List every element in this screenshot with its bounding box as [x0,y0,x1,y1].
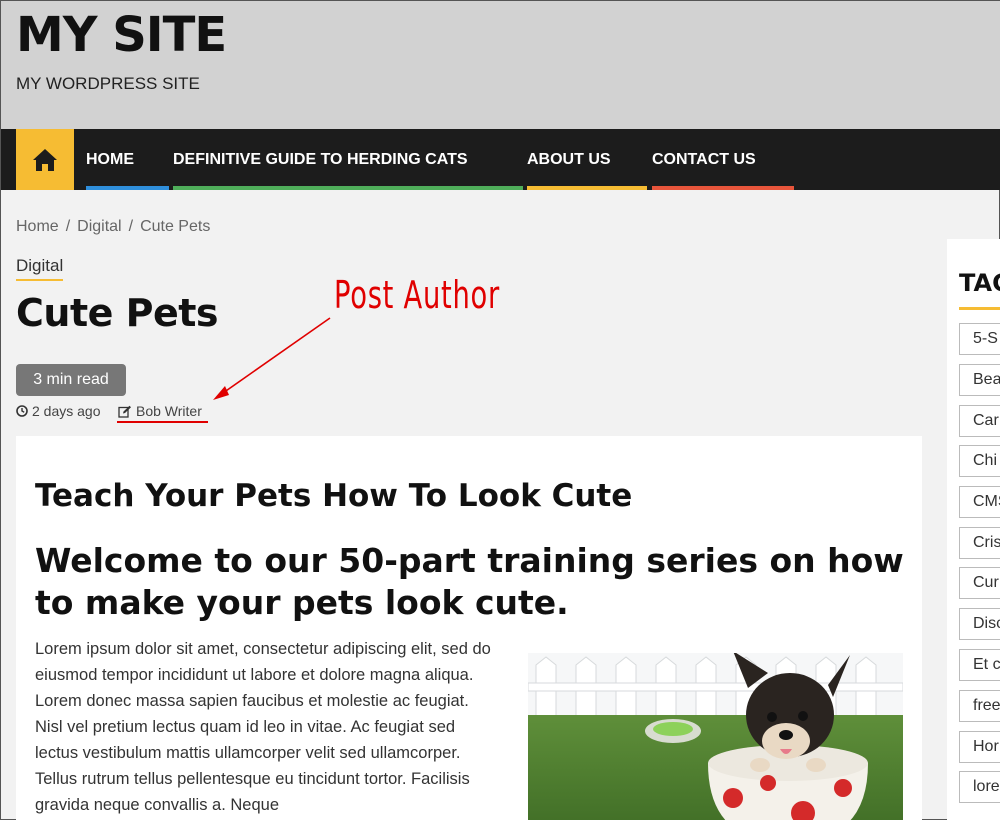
article-content: Teach Your Pets How To Look Cute Welcome… [16,436,922,820]
tag-link[interactable]: Et c [959,649,1000,681]
nav-item-contact-us[interactable]: CONTACT US [652,129,794,190]
nav-item-definitive-guide[interactable]: DEFINITIVE GUIDE TO HERDING CATS [173,129,523,190]
tag-link[interactable]: CMS [959,486,1000,518]
article-body-text: Lorem ipsum dolor sit amet, consectetur … [35,640,491,814]
read-time-badge: 3 min read [16,364,126,396]
nav-item-label: CONTACT US [652,150,756,168]
clock-icon [16,405,28,417]
breadcrumb-link-home[interactable]: Home [16,218,59,235]
tag-link[interactable]: lore [959,771,1000,803]
tag-link[interactable]: Bea [959,364,1000,396]
breadcrumb-separator: / [65,218,71,235]
breadcrumb-link-digital[interactable]: Digital [77,218,121,235]
post-date: 2 days ago [16,403,101,419]
tag-link[interactable]: 5-S [959,323,1000,355]
puppy-in-cup-image [528,653,903,820]
breadcrumb-separator: / [128,218,134,235]
tag-link[interactable]: Chi [959,445,1000,477]
tag-link[interactable]: Car [959,405,1000,437]
nav-item-label: DEFINITIVE GUIDE TO HERDING CATS [173,150,468,168]
annotation-arrowhead [213,386,229,400]
site-title[interactable]: MY SITE [16,7,227,63]
home-icon [33,148,57,171]
tag-link[interactable]: Hor [959,731,1000,763]
nav-item-about-us[interactable]: ABOUT US [527,129,647,190]
article-heading: Teach Your Pets How To Look Cute [35,478,633,514]
nav-item-underline [652,186,794,190]
post-title: Cute Pets [16,291,219,335]
tag-link[interactable]: Cur [959,567,1000,599]
sidebar-title: TAGS [959,269,1000,297]
nav-home-button[interactable] [16,129,74,190]
nav-item-label: HOME [86,150,134,168]
main-navigation: HOME DEFINITIVE GUIDE TO HERDING CATS AB… [1,129,1000,190]
annotation-label: Post Author [334,273,500,317]
nav-item-home[interactable]: HOME [86,129,172,190]
edit-icon [118,405,131,418]
breadcrumb-current: Cute Pets [140,218,211,235]
sidebar-title-underline [959,307,1000,310]
sidebar-tags-widget: TAGS 5-S Bea Car Chi CMS Cris Cur Disc E… [947,239,1000,820]
post-author-link[interactable]: Bob Writer [118,403,202,419]
tag-link[interactable]: Cris [959,527,1000,559]
post-date-text: 2 days ago [32,403,101,419]
tag-link[interactable]: Disc [959,608,1000,640]
annotation-arrow [222,317,331,394]
post-category-link[interactable]: Digital [16,256,64,281]
site-header: MY SITE MY WORDPRESS SITE [1,1,1000,129]
nav-item-underline [527,186,647,190]
site-tagline: MY WORDPRESS SITE [16,74,200,93]
article-subheading: Welcome to our 50-part training series o… [35,541,904,622]
nav-item-label: ABOUT US [527,150,611,168]
nav-item-underline [86,186,169,190]
nav-item-underline [173,186,523,190]
breadcrumb: Home / Digital / Cute Pets [16,218,210,236]
tag-link[interactable]: free [959,690,1000,722]
post-author-name: Bob Writer [136,403,202,419]
